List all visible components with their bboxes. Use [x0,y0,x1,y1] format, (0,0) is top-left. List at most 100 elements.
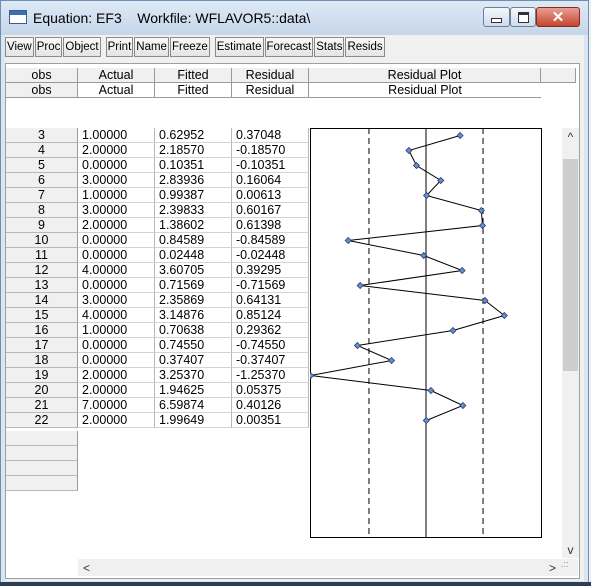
residual-cell[interactable]: 0.05375 [232,383,309,398]
resids-button[interactable]: Resids [345,37,385,57]
name-button[interactable]: Name [134,37,169,57]
column-header-fitted[interactable]: Fitted [155,68,232,83]
forecast-button[interactable]: Forecast [264,37,314,57]
obs-cell[interactable]: 14 [6,293,78,308]
obs-cell[interactable]: 6 [6,173,78,188]
actual-cell[interactable]: 2.00000 [78,413,155,428]
object-button[interactable]: Object [63,37,101,57]
obs-cell[interactable]: 20 [6,383,78,398]
residual-cell[interactable]: 0.16064 [232,173,309,188]
obs-cell[interactable]: 11 [6,248,78,263]
obs-cell[interactable]: 19 [6,368,78,383]
minimize-button[interactable] [483,7,510,27]
fitted-cell[interactable]: 0.74550 [155,338,232,353]
fitted-cell[interactable]: 0.71569 [155,278,232,293]
residual-cell[interactable]: -0.84589 [232,233,309,248]
column-header-residual[interactable]: Residual [232,68,309,83]
obs-cell[interactable]: 22 [6,413,78,428]
residual-cell[interactable]: 0.00613 [232,188,309,203]
fitted-cell[interactable]: 0.99387 [155,188,232,203]
fitted-cell[interactable]: 2.39833 [155,203,232,218]
actual-cell[interactable]: 0.00000 [78,353,155,368]
freeze-button[interactable]: Freeze [169,37,210,57]
fitted-cell[interactable]: 0.62952 [155,128,232,143]
fitted-cell[interactable]: 1.99649 [155,413,232,428]
obs-cell[interactable]: 21 [6,398,78,413]
actual-cell[interactable]: 2.00000 [78,143,155,158]
residual-cell[interactable]: -1.25370 [232,368,309,383]
proc-button[interactable]: Proc [34,37,63,57]
estimate-button[interactable]: Estimate [214,37,264,57]
residual-cell[interactable]: -0.10351 [232,158,309,173]
residual-cell[interactable]: -0.74550 [232,338,309,353]
scroll-right-arrow-icon[interactable]: > [544,559,561,576]
actual-cell[interactable]: 3.00000 [78,173,155,188]
fitted-cell[interactable]: 2.35869 [155,293,232,308]
vertical-scroll-thumb[interactable] [563,159,578,371]
residual-cell[interactable]: 0.61398 [232,218,309,233]
obs-cell[interactable]: 7 [6,188,78,203]
fitted-cell[interactable]: 1.38602 [155,218,232,233]
maximize-button[interactable] [510,7,536,27]
obs-cell[interactable]: 12 [6,263,78,278]
obs-cell[interactable]: 8 [6,203,78,218]
obs-cell[interactable]: 17 [6,338,78,353]
view-button[interactable]: View [5,37,34,57]
scroll-down-arrow-icon[interactable]: v [562,541,579,558]
obs-cell[interactable]: 5 [6,158,78,173]
residual-cell[interactable]: -0.71569 [232,278,309,293]
fitted-cell[interactable]: 1.94625 [155,383,232,398]
actual-cell[interactable]: 2.00000 [78,218,155,233]
fitted-cell[interactable]: 2.18570 [155,143,232,158]
actual-cell[interactable]: 7.00000 [78,398,155,413]
fitted-cell[interactable]: 2.83936 [155,173,232,188]
residual-cell[interactable]: 0.40126 [232,398,309,413]
actual-cell[interactable]: 0.00000 [78,338,155,353]
actual-cell[interactable]: 0.00000 [78,233,155,248]
resize-grip-icon[interactable]: .:: [561,559,578,576]
title-bar[interactable]: Equation: EF3 Workfile: WFLAVOR5::data\ … [1,1,588,35]
residual-cell[interactable]: 0.37048 [232,128,309,143]
obs-cell[interactable]: 13 [6,278,78,293]
actual-cell[interactable]: 4.00000 [78,263,155,278]
fitted-cell[interactable]: 3.14876 [155,308,232,323]
obs-cell[interactable]: 16 [6,323,78,338]
fitted-cell[interactable]: 0.84589 [155,233,232,248]
fitted-cell[interactable]: 0.10351 [155,158,232,173]
actual-cell[interactable]: 2.00000 [78,383,155,398]
scroll-up-arrow-icon[interactable]: ^ [562,128,579,145]
column-header-obs[interactable]: obs [6,68,78,83]
actual-cell[interactable]: 0.00000 [78,248,155,263]
actual-cell[interactable]: 1.00000 [78,323,155,338]
fitted-cell[interactable]: 3.25370 [155,368,232,383]
fitted-cell[interactable]: 3.60705 [155,263,232,278]
close-button[interactable]: ✕ [536,7,580,27]
actual-cell[interactable]: 1.00000 [78,188,155,203]
obs-cell[interactable]: 15 [6,308,78,323]
print-button[interactable]: Print [105,37,134,57]
actual-cell[interactable]: 4.00000 [78,308,155,323]
fitted-cell[interactable]: 0.02448 [155,248,232,263]
obs-cell[interactable]: 3 [6,128,78,143]
residual-cell[interactable]: 0.64131 [232,293,309,308]
actual-cell[interactable]: 3.00000 [78,203,155,218]
residual-cell[interactable]: -0.18570 [232,143,309,158]
scroll-left-arrow-icon[interactable]: < [78,559,95,576]
actual-cell[interactable]: 1.00000 [78,128,155,143]
fitted-cell[interactable]: 0.37407 [155,353,232,368]
column-header-actual[interactable]: Actual [78,68,155,83]
residual-cell[interactable]: -0.02448 [232,248,309,263]
residual-cell[interactable]: 0.39295 [232,263,309,278]
residual-cell[interactable]: -0.37407 [232,353,309,368]
residual-cell[interactable]: 0.85124 [232,308,309,323]
actual-cell[interactable]: 2.00000 [78,368,155,383]
obs-cell[interactable]: 10 [6,233,78,248]
fitted-cell[interactable]: 6.59874 [155,398,232,413]
obs-cell[interactable]: 18 [6,353,78,368]
actual-cell[interactable]: 0.00000 [78,158,155,173]
residual-cell[interactable]: 0.00351 [232,413,309,428]
obs-cell[interactable]: 4 [6,143,78,158]
residual-cell[interactable]: 0.29362 [232,323,309,338]
fitted-cell[interactable]: 0.70638 [155,323,232,338]
column-header-residual-plot[interactable]: Residual Plot [309,68,541,83]
